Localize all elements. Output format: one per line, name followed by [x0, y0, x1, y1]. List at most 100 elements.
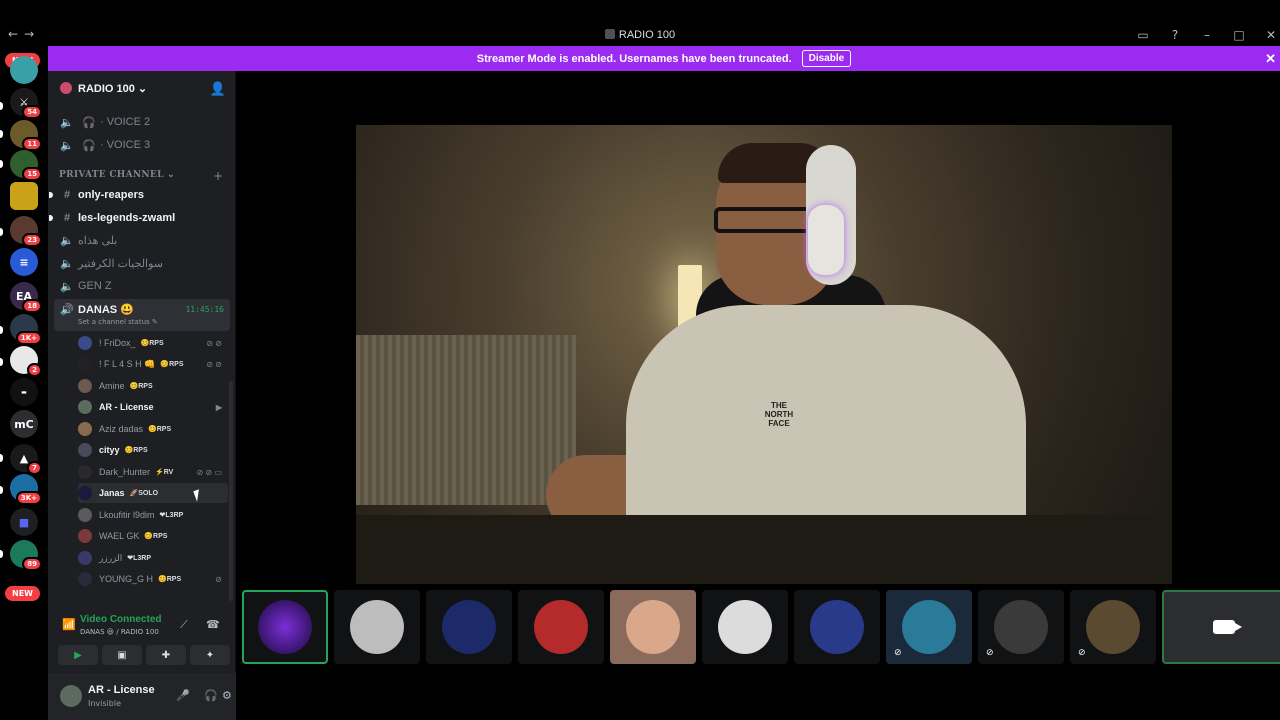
voice-channel-2[interactable]: 🔈 🎧 · VOICE 2	[56, 112, 230, 132]
headphones-icon[interactable]: 🎧	[204, 689, 218, 702]
participant-tile[interactable]	[334, 590, 420, 664]
voice-member[interactable]: Amine 😊RPS	[78, 376, 228, 396]
add-channel-icon[interactable]: +	[213, 169, 223, 183]
server-icon-7[interactable]: ≡	[10, 248, 38, 276]
inbox-icon[interactable]: ▭	[1134, 28, 1152, 42]
participant-tile[interactable]	[426, 590, 512, 664]
unread-indicator	[0, 130, 3, 138]
participant-tile-selected[interactable]	[242, 590, 328, 664]
folder-icon[interactable]: ■	[10, 508, 38, 536]
voice-member[interactable]: Dark_Hunter ⚡RV ⊘ ⊘ ▭	[78, 462, 228, 482]
server-icon-5[interactable]	[10, 182, 38, 210]
speaker-icon: 🔈	[60, 257, 74, 270]
disable-streamer-button[interactable]: Disable	[801, 50, 852, 67]
video-icon: ▶	[215, 402, 222, 412]
server-badge: 2	[27, 363, 42, 377]
member-tag: ⚡RV	[155, 469, 174, 476]
voice-member-self[interactable]: AR - License ▶	[78, 397, 228, 417]
hash-icon: #	[63, 212, 71, 224]
soundboard-button[interactable]: ✦	[190, 645, 230, 665]
focused-video-stream[interactable]: THE NORTH FACE	[356, 125, 1172, 584]
server-icon-6[interactable]: 23	[10, 216, 42, 247]
member-tag: 😊RPS	[124, 447, 148, 454]
server-name: RADIO 100 ⌄	[78, 82, 148, 95]
member-tag: ❤L3RP	[159, 512, 184, 519]
active-voice-channel[interactable]: 🔊 DANAS 😃 Set a channel status ✎ 11:45:1…	[54, 299, 230, 331]
voice-status[interactable]: Video Connected	[80, 614, 162, 625]
member-name: cityy	[99, 445, 120, 455]
voice-member[interactable]: Aziz dadas 😊RPS	[78, 419, 228, 439]
server-icon-4[interactable]: 15	[10, 150, 42, 181]
screen-share-button[interactable]: ▣	[102, 645, 142, 665]
participant-tile[interactable]	[518, 590, 604, 664]
camera-button[interactable]: ▶	[58, 645, 98, 665]
participant-tile[interactable]	[794, 590, 880, 664]
close-icon[interactable]: ✕	[1262, 28, 1280, 42]
voice-channel-arabic-2[interactable]: 🔈 سوالجيات الكرفتير	[56, 253, 230, 273]
voice-member-hovered[interactable]: Janas 🚀SOLO	[78, 483, 228, 503]
avatar	[78, 572, 92, 586]
voice-member[interactable]: Lkoufitir l9dim ❤L3RP	[78, 505, 228, 525]
server-icon-3[interactable]: 11	[10, 120, 42, 151]
sidebar-scrollbar[interactable]	[229, 381, 233, 601]
server-header[interactable]: RADIO 100 ⌄ 👤	[48, 71, 236, 105]
voice-muted-icon: 🔈	[60, 116, 74, 129]
server-icon-9[interactable]: 1K+	[10, 314, 42, 345]
participant-tile[interactable]: ⊘	[978, 590, 1064, 664]
help-icon[interactable]: ?	[1166, 28, 1184, 42]
voice-member[interactable]: cityy 😊RPS	[78, 440, 228, 460]
voice-channel-arabic-1[interactable]: 🔈 بلى هذاه	[56, 230, 230, 250]
voice-member[interactable]: ! F L 4 S H 👊 😊RPS ⊘ ⊘	[78, 354, 228, 374]
voice-location[interactable]: DANAS 😃 / RADIO 100	[80, 628, 159, 636]
disconnect-icon[interactable]: ☎	[206, 618, 220, 631]
unread-indicator	[0, 228, 3, 236]
server-icon-2[interactable]: ⚔ 54	[10, 88, 42, 119]
voice-channel-3[interactable]: 🔈 🎧 · VOICE 3	[56, 135, 230, 155]
member-tag: 😊RPS	[158, 576, 182, 583]
voice-channel-gen-z[interactable]: 🔈 GEN Z	[56, 276, 230, 296]
member-name: Amine	[99, 381, 125, 391]
channel-status[interactable]: Set a channel status ✎	[78, 318, 158, 326]
channel-only-reapers[interactable]: # only-reapers	[56, 185, 230, 205]
server-icon-13[interactable]: ▲ 7	[10, 444, 42, 475]
server-icon-16[interactable]: 89	[10, 540, 42, 571]
server-icon-1[interactable]	[10, 56, 38, 84]
minimize-icon[interactable]: –	[1198, 28, 1216, 42]
participant-tile[interactable]	[702, 590, 788, 664]
activities-button[interactable]: ✚	[146, 645, 186, 665]
new-badge-bottom[interactable]: NEW	[5, 586, 40, 601]
channel-name: بلى هذاه	[78, 234, 118, 247]
channel-name: only-reapers	[78, 189, 145, 201]
muted-deafened-icon: ⊘ ⊘	[206, 359, 222, 369]
voice-member[interactable]: الزرزر ❤L3RP	[78, 548, 228, 568]
participant-tile[interactable]	[610, 590, 696, 664]
server-icon-12[interactable]: mC	[10, 410, 38, 438]
connection-signal-icon[interactable]: 📶	[62, 618, 76, 631]
server-icon-11[interactable]: ▬	[10, 378, 38, 406]
settings-gear-icon[interactable]: ⚙	[222, 689, 232, 702]
server-label: mC	[14, 417, 34, 431]
voice-member[interactable]: ! FriDox_ 😊RPS ⊘ ⊘	[78, 333, 228, 353]
category-private-channel[interactable]: PRIVATE CHANNEL ⌄	[59, 170, 175, 180]
server-icon-8[interactable]: EA 18	[10, 282, 42, 313]
avatar	[78, 486, 92, 500]
voice-member[interactable]: WAEL GK 😊RPS	[78, 526, 228, 546]
server-icon-14[interactable]: 3K+	[10, 474, 42, 505]
channel-name: · VOICE 2	[100, 116, 151, 128]
participant-tile[interactable]: ⊘	[886, 590, 972, 664]
noise-suppression-icon[interactable]: ⟋	[180, 618, 188, 632]
maximize-icon[interactable]: □	[1230, 28, 1248, 42]
microphone-icon[interactable]: 🎤	[176, 689, 190, 702]
add-member-icon[interactable]: 👤	[210, 81, 226, 97]
participant-tile[interactable]: ⊘	[1070, 590, 1156, 664]
voice-member[interactable]: YOUNG_G H 😊RPS ⊘	[78, 569, 228, 589]
muted-deafened-icon: ⊘ ⊘	[206, 338, 222, 348]
avatar[interactable]	[60, 685, 82, 707]
title-bar: ←→ RADIO 100 ▭ ? – □ ✕	[0, 0, 1280, 46]
username[interactable]: AR - License	[88, 684, 155, 696]
self-camera-tile[interactable]	[1162, 590, 1280, 664]
channel-les-legends-zwaml[interactable]: # les-legends-zwaml	[56, 208, 230, 228]
avatar	[78, 551, 92, 565]
banner-close-icon[interactable]: ✕	[1265, 51, 1276, 67]
server-icon-10[interactable]: 2	[10, 346, 42, 377]
